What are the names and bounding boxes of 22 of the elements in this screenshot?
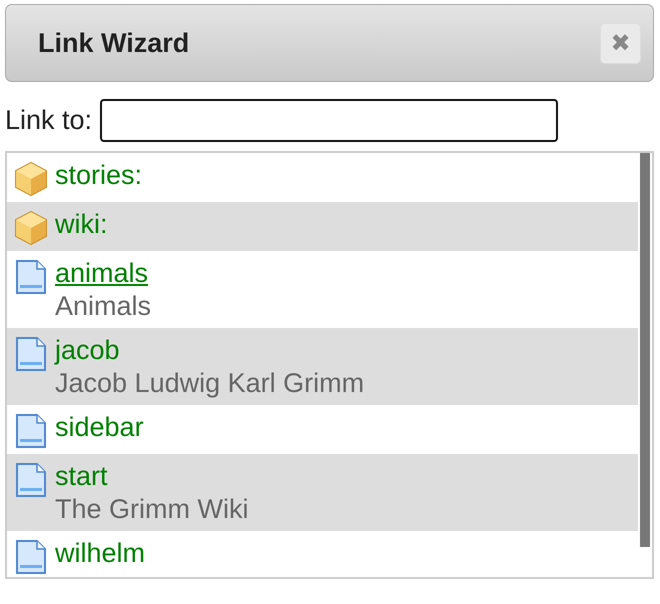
link-item[interactable]: wilhelm	[55, 537, 146, 570]
document-icon	[13, 259, 49, 295]
close-button[interactable]: ✖	[600, 22, 641, 64]
page-title: Animals	[55, 290, 152, 323]
document-icon	[13, 336, 49, 372]
document-icon	[13, 413, 49, 449]
link-item[interactable]: sidebar	[55, 411, 144, 444]
link-item[interactable]: jacob	[55, 334, 120, 367]
document-icon	[13, 539, 49, 575]
link-input-field[interactable]	[100, 99, 558, 142]
link-item[interactable]: stories:	[55, 159, 142, 192]
document-icon	[13, 462, 49, 498]
page-title: Jacob Ludwig Karl Grimm	[55, 367, 364, 400]
page-title: The Grimm Wiki	[55, 493, 248, 526]
link-item[interactable]: animals	[55, 257, 148, 290]
link-item[interactable]: start	[55, 460, 108, 493]
cube-icon	[13, 210, 49, 246]
link-item[interactable]: wiki:	[55, 208, 108, 241]
window-title: Link Wizard	[38, 28, 190, 58]
link-to-label: Link to:	[5, 105, 92, 136]
scrollbar[interactable]	[640, 153, 650, 547]
cube-icon	[13, 161, 49, 197]
